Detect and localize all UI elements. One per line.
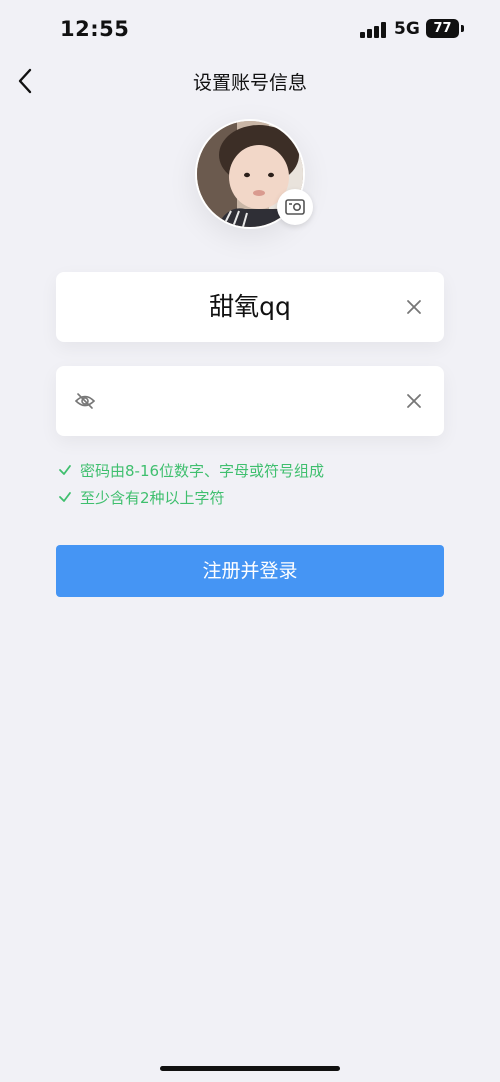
battery-level: 77 xyxy=(433,21,452,36)
signal-icon xyxy=(360,22,386,38)
password-rule-text: 密码由8-16位数字、字母或符号组成 xyxy=(80,462,325,480)
password-input[interactable] xyxy=(106,382,390,422)
battery-icon: 77 xyxy=(426,19,459,38)
network-type: 5G xyxy=(394,19,420,39)
camera-icon xyxy=(285,199,305,215)
toggle-password-visibility-button[interactable] xyxy=(74,391,96,411)
password-rule-variety: 至少含有2种以上字符 xyxy=(58,487,225,509)
password-rule-length: 密码由8-16位数字、字母或符号组成 xyxy=(58,460,324,482)
status-bar: 12:55 5G 77 xyxy=(0,0,500,60)
change-avatar-button[interactable] xyxy=(277,189,313,225)
status-time: 12:55 xyxy=(60,17,130,41)
eye-off-icon xyxy=(74,393,96,409)
password-field[interactable] xyxy=(56,366,444,436)
clear-username-button[interactable] xyxy=(404,297,424,317)
check-icon xyxy=(59,465,71,475)
register-and-login-button[interactable]: 注册并登录 xyxy=(56,545,444,597)
page-title: 设置账号信息 xyxy=(192,72,307,94)
avatar-section xyxy=(195,119,313,229)
username-field[interactable]: 甜氧qq xyxy=(56,272,444,342)
home-indicator[interactable] xyxy=(160,1066,340,1071)
check-icon xyxy=(59,492,71,502)
battery-cap xyxy=(461,25,464,32)
username-value[interactable]: 甜氧qq xyxy=(56,272,444,342)
close-icon xyxy=(407,300,421,314)
password-rule-text: 至少含有2种以上字符 xyxy=(80,489,225,507)
close-icon xyxy=(407,394,421,408)
clear-password-button[interactable] xyxy=(404,391,424,411)
